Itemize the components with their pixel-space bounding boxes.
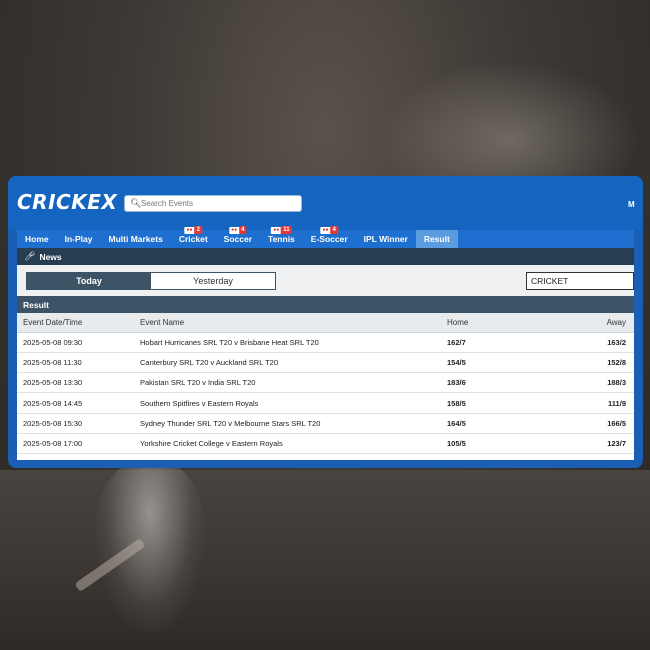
table-row[interactable]: 2025-05-08 09:30 Hobart Hurricanes SRL T… [17,332,634,353]
result-title: Result [17,296,634,313]
home-score: 162/7 [447,332,542,353]
table-row[interactable]: 2025-05-08 17:00 Yorkshire Cricket Colle… [17,433,634,455]
nav-home[interactable]: Home [17,230,57,248]
event-name: Sydney Thunder SRL T20 v Melbourne Stars… [140,413,447,434]
background-batsman [95,462,205,632]
event-date: 2025-05-08 15:30 [17,413,140,434]
nav-result[interactable]: Result [415,230,458,248]
microphone-icon: 🎤︎ [24,251,36,261]
nav-label: In-Play [64,234,93,244]
table-header-row: Event Date/Time Event Name Home Away [17,313,634,333]
table-row[interactable]: 2025-05-08 14:45 Southern Spitfires v Ea… [17,392,634,414]
nav-label: Cricket [178,234,208,244]
header-bar: CRICKEX 🔍︎ M [8,176,643,230]
nav-label: Home [25,234,49,244]
event-date: 2025-05-08 14:45 [17,392,140,414]
home-score: 183/6 [447,372,542,394]
nav-label: Multi Markets [108,234,163,244]
nav-e-soccer[interactable]: ●● 4 E-Soccer [303,226,356,248]
column-header: Event Name [140,313,447,333]
away-score: 111/9 [542,392,634,414]
live-count: 4 [239,226,247,234]
nav-multi-markets[interactable]: Multi Markets [101,230,171,248]
event-name: Hobart Hurricanes SRL T20 v Brisbane Hea… [140,332,447,353]
away-score: 123/7 [542,433,634,455]
event-date: 2025-05-08 13:30 [17,372,140,394]
result-panel: Today Yesterday CRICKET Result Event Dat… [17,265,634,460]
live-count: 4 [330,226,338,234]
news-label: News [39,251,62,262]
results-table: Event Date/Time Event Name Home Away 202… [17,313,634,455]
search-icon: 🔍︎ [130,198,142,208]
live-badge: ●● 4 [320,226,338,234]
table-row[interactable]: 2025-05-08 11:30 Canterbury SRL T20 v Au… [17,352,634,374]
main-nav: Home In-Play Multi Markets ●● 2 Cricket … [17,226,634,248]
search-input[interactable] [141,197,296,210]
crickex-logo[interactable]: CRICKEX [17,190,117,214]
home-score: 154/5 [447,352,542,374]
nav-ipl-winner[interactable]: IPL Winner [356,230,416,248]
event-name: Yorkshire Cricket College v Eastern Roya… [140,433,447,455]
tab-today[interactable]: Today [27,273,151,289]
live-icon: ●● [229,226,240,234]
away-score: 163/2 [542,332,634,353]
away-score: 152/8 [542,352,634,374]
live-icon: ●● [320,226,331,234]
live-badge: ●● 11 [271,226,292,234]
live-count: 11 [281,226,292,234]
event-date: 2025-05-08 11:30 [17,352,140,374]
event-date: 2025-05-08 09:30 [17,332,140,353]
live-badge: ●● 4 [229,226,247,234]
column-header: Away [542,313,634,333]
live-badge: ●● 2 [184,226,202,234]
day-toggle: Today Yesterday [26,272,276,290]
live-count: 2 [194,226,202,234]
nav-in-play[interactable]: In-Play [57,230,101,248]
tab-yesterday[interactable]: Yesterday [151,273,275,289]
search-box[interactable]: 🔍︎ [124,195,302,212]
event-name: Pakistan SRL T20 v India SRL T20 [140,372,447,394]
away-score: 188/3 [542,372,634,394]
nav-soccer[interactable]: ●● 4 Soccer [216,226,260,248]
header-right-label[interactable]: M [628,200,635,209]
away-score: 166/5 [542,413,634,434]
event-name: Canterbury SRL T20 v Auckland SRL T20 [140,352,447,374]
nav-label: Result [423,234,450,244]
sport-select[interactable]: CRICKET [526,272,634,290]
home-score: 158/5 [447,392,542,414]
nav-tennis[interactable]: ●● 11 Tennis [260,226,303,248]
column-header: Event Date/Time [17,313,140,333]
event-date: 2025-05-08 17:00 [17,433,140,455]
nav-label: Soccer [223,234,253,244]
nav-cricket[interactable]: ●● 2 Cricket [171,226,216,248]
app-window: CRICKEX 🔍︎ M Home In-Play Multi Markets … [8,176,643,468]
event-name: Southern Spitfires v Eastern Royals [140,392,447,414]
live-icon: ●● [184,226,195,234]
nav-label: IPL Winner [363,234,408,244]
filter-row: Today Yesterday CRICKET [17,265,634,296]
table-row[interactable]: 2025-05-08 13:30 Pakistan SRL T20 v Indi… [17,372,634,394]
nav-label: Tennis [268,234,295,244]
column-header: Home [447,313,542,333]
home-score: 164/5 [447,413,542,434]
home-score: 105/5 [447,433,542,455]
news-ticker[interactable]: 🎤︎ News [17,248,634,265]
table-row[interactable]: 2025-05-08 15:30 Sydney Thunder SRL T20 … [17,413,634,434]
live-icon: ●● [271,226,282,234]
nav-label: E-Soccer [310,234,348,244]
